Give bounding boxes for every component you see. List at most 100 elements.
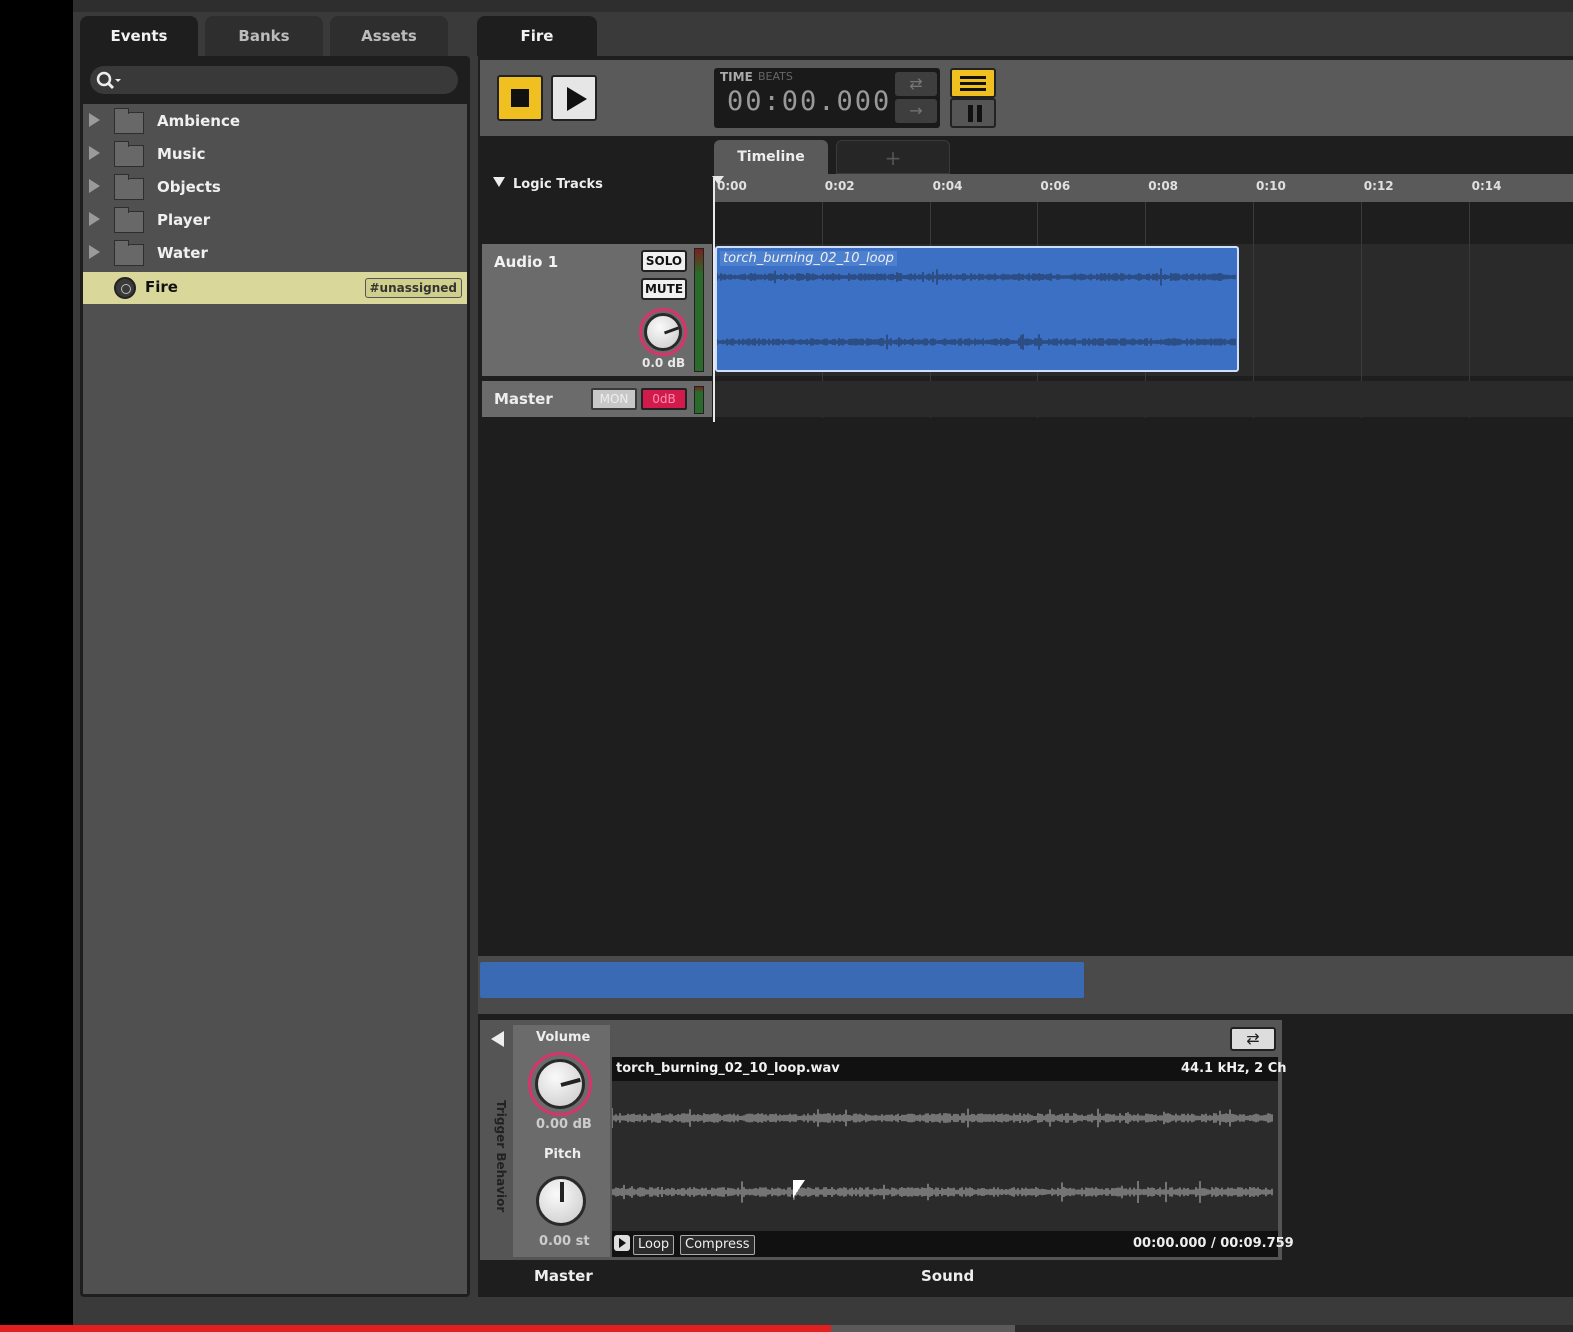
- volume-label: Volume: [536, 1030, 591, 1045]
- event-volume-knob[interactable]: [535, 1059, 585, 1109]
- sound-filename: torch_burning_02_10_loop.wav: [616, 1061, 840, 1076]
- stop-button[interactable]: [497, 75, 543, 121]
- follow-playhead-button[interactable]: →: [895, 99, 937, 123]
- monitor-button[interactable]: MON: [591, 388, 637, 410]
- tab-fire[interactable]: Fire: [477, 16, 597, 56]
- video-played-bar: [0, 1325, 831, 1332]
- deck-tab-master[interactable]: Master: [534, 1267, 593, 1285]
- sound-format: 44.1 kHz, 2 Ch: [1181, 1061, 1287, 1076]
- event-icon: [114, 277, 136, 299]
- compress-button[interactable]: Compress: [680, 1235, 755, 1255]
- track-volume-value: 0.0 dB: [642, 356, 686, 370]
- master-track-lane: [714, 381, 1573, 417]
- mouse-cursor-icon: [793, 1180, 805, 1198]
- tree-item-player[interactable]: Player: [83, 205, 467, 237]
- solo-button[interactable]: SOLO: [641, 250, 687, 272]
- clip-name: torch_burning_02_10_loop: [720, 251, 897, 266]
- search-input[interactable]: [90, 66, 458, 94]
- folder-icon: [114, 108, 144, 134]
- track-name[interactable]: Audio 1: [494, 253, 558, 271]
- tree-item-music[interactable]: Music: [83, 139, 467, 171]
- collapse-deck-icon[interactable]: [491, 1031, 504, 1047]
- master-level-button[interactable]: 0dB: [641, 388, 687, 410]
- arrow-right-icon: →: [909, 101, 923, 120]
- playhead-marker-icon[interactable]: [712, 176, 724, 184]
- audio-clip[interactable]: torch_burning_02_10_loop: [715, 246, 1239, 372]
- ruler-tick-label: 0:12: [1363, 179, 1394, 193]
- trigger-behavior-drawer[interactable]: Trigger Behavior: [480, 1100, 508, 1220]
- pause-icon-bar: [977, 105, 982, 122]
- time-mode-toggle[interactable]: TIME: [720, 70, 753, 84]
- beats-mode-toggle[interactable]: BEATS: [758, 70, 793, 83]
- ruler-tick-label: 0:14: [1471, 179, 1502, 193]
- logic-tracks-toggle[interactable]: Logic Tracks: [493, 177, 603, 192]
- ruler-tick-label: 0:10: [1256, 179, 1286, 193]
- play-icon: [567, 87, 587, 111]
- folder-icon: [114, 174, 144, 200]
- tree-item-label: Fire: [145, 278, 178, 296]
- video-buffer-bar: [830, 1325, 1015, 1332]
- playhead[interactable]: [713, 178, 715, 422]
- expand-arrow-icon[interactable]: [89, 113, 100, 127]
- tree-item-label: Ambience: [157, 112, 241, 130]
- tab-events[interactable]: Events: [80, 16, 198, 56]
- mute-button[interactable]: MUTE: [641, 278, 687, 300]
- clip-waveform: [717, 268, 1236, 350]
- ruler-tick-label: 0:08: [1148, 179, 1179, 193]
- folder-icon: [114, 240, 144, 266]
- track-volume-knob[interactable]: [644, 313, 682, 351]
- expand-arrow-icon[interactable]: [89, 212, 100, 226]
- tree-item-ambience[interactable]: Ambience: [83, 106, 467, 138]
- preview-play-icon[interactable]: [614, 1235, 630, 1251]
- tree-item-label: Objects: [157, 178, 221, 196]
- overview-button[interactable]: [950, 68, 996, 98]
- track-level-meter: [694, 248, 704, 372]
- sound-waveform-panel[interactable]: [612, 1057, 1278, 1257]
- volume-value: 0.00 dB: [536, 1117, 592, 1132]
- pause-icon: [968, 105, 973, 122]
- scrollbar-thumb[interactable]: [480, 962, 1084, 998]
- pause-button[interactable]: [950, 98, 996, 128]
- time-readout: 00:00.000: [727, 86, 892, 117]
- ruler-tick-label: 0:06: [1040, 179, 1071, 193]
- tab-banks[interactable]: Banks: [205, 16, 323, 56]
- folder-icon: [114, 141, 144, 167]
- event-tree: Ambience Music Objects Player Water Fire…: [83, 104, 467, 1294]
- folder-icon: [114, 207, 144, 233]
- master-track-name: Master: [494, 390, 553, 408]
- play-button[interactable]: [551, 75, 597, 121]
- master-level-meter: [694, 386, 704, 414]
- list-icon-line: [960, 88, 986, 91]
- add-parameter-tab[interactable]: +: [836, 140, 950, 174]
- loop-playback-button[interactable]: ⇄: [895, 72, 937, 96]
- tree-item-label: Water: [157, 244, 208, 262]
- collapse-arrow-icon: [493, 177, 505, 187]
- video-progress-bar[interactable]: [0, 1325, 1573, 1332]
- expand-arrow-icon[interactable]: [89, 245, 100, 259]
- ruler-tick-label: 0:02: [824, 179, 855, 193]
- menu-bar: [73, 0, 1573, 12]
- sound-position: 00:00.000 / 00:09.759: [1133, 1236, 1294, 1251]
- loop-icon: ⇄: [909, 74, 923, 93]
- pitch-value: 0.00 st: [539, 1234, 590, 1249]
- expand-arrow-icon[interactable]: [89, 179, 100, 193]
- logic-tracks-label: Logic Tracks: [513, 177, 603, 192]
- tree-item-label: Player: [157, 211, 211, 229]
- loop-icon: ⇄: [1246, 1029, 1260, 1048]
- loop-toggle-button[interactable]: ⇄: [1230, 1027, 1276, 1051]
- waveform-channel: [612, 1181, 1273, 1203]
- loop-button[interactable]: Loop: [633, 1235, 675, 1255]
- knob-needle: [663, 326, 680, 335]
- deck-tab-sound[interactable]: Sound: [921, 1267, 974, 1285]
- list-icon: [960, 76, 986, 79]
- stop-icon: [511, 89, 529, 107]
- tab-timeline[interactable]: Timeline: [714, 140, 828, 174]
- tree-item-water[interactable]: Water: [83, 238, 467, 270]
- tree-item-objects[interactable]: Objects: [83, 172, 467, 204]
- waveform-channel: [717, 334, 1236, 350]
- tab-assets[interactable]: Assets: [330, 16, 448, 56]
- pitch-knob[interactable]: [536, 1176, 586, 1226]
- expand-arrow-icon[interactable]: [89, 146, 100, 160]
- bank-badge[interactable]: #unassigned: [364, 278, 462, 298]
- tree-item-fire[interactable]: Fire #unassigned: [83, 272, 467, 304]
